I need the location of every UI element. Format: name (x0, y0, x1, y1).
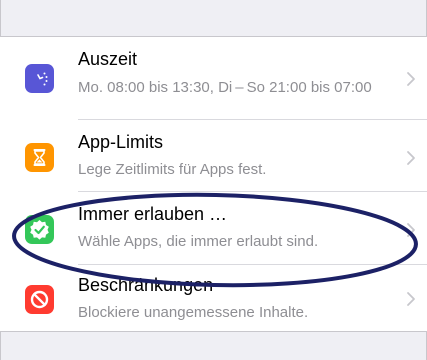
downtime-moon-icon (25, 64, 54, 93)
always-allowed-row[interactable]: Immer erlauben … Wähle Apps, die immer e… (0, 192, 427, 265)
always-allowed-subtitle: Wähle Apps, die immer erlaubt sind. (78, 233, 319, 250)
chevron-right-icon (407, 292, 415, 306)
chevron-right-icon (407, 151, 415, 165)
restrictions-subtitle: Blockiere unangemessene Inhalte. (78, 304, 309, 321)
hourglass-icon (25, 143, 54, 172)
downtime-subtitle: Mo. 08:00 bis 13:30, Di – So 21:00 bis 0… (78, 79, 372, 96)
chevron-right-icon (407, 72, 415, 86)
app-limits-subtitle: Lege Zeitlimits für Apps fest. (78, 161, 267, 178)
checkmark-badge-icon (25, 215, 54, 244)
restrictions-title: Beschränkungen (78, 275, 214, 295)
no-entry-icon (25, 285, 54, 314)
app-limits-title: App-Limits (78, 132, 164, 152)
downtime-row[interactable]: Auszeit Mo. 08:00 bis 13:30, Di – So 21:… (0, 37, 427, 120)
always-allowed-title: Immer erlauben … (78, 204, 228, 224)
settings-group: Auszeit Mo. 08:00 bis 13:30, Di – So 21:… (0, 36, 427, 332)
chevron-right-icon (407, 223, 415, 237)
downtime-title: Auszeit (78, 49, 138, 69)
restrictions-row[interactable]: Beschränkungen Blockiere unangemessene I… (0, 265, 427, 332)
app-limits-row[interactable]: App-Limits Lege Zeitlimits für Apps fest… (0, 120, 427, 192)
